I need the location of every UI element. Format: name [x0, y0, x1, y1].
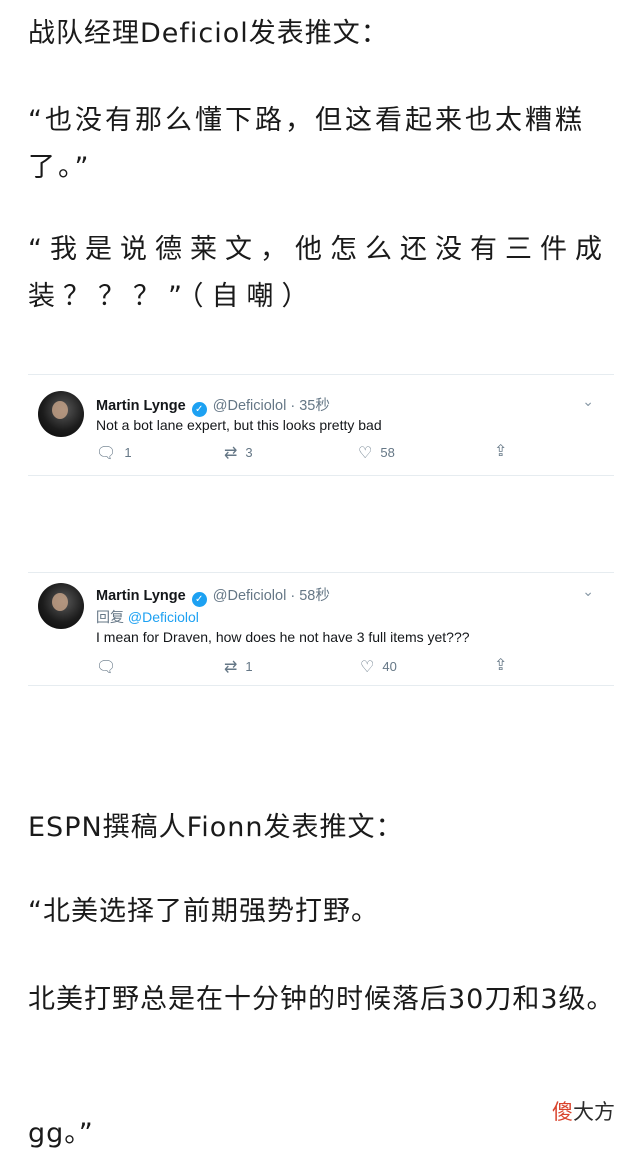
tweet-header: Martin Lynge ✓ @Deficiolol · 58秒 [96, 584, 330, 607]
watermark: 傻大方 [552, 1096, 615, 1126]
watermark-part-2: 大方 [573, 1100, 615, 1124]
retweet-icon: ⇄ [224, 445, 238, 462]
reply-prefix: 回复 [96, 609, 124, 625]
heart-icon: ♡ [360, 659, 375, 676]
reply-context: 回复 @Deficiolol [96, 607, 199, 627]
tweet-time[interactable]: · 58秒 [290, 588, 330, 604]
author-name[interactable]: Martin Lynge [96, 588, 186, 604]
share-icon: ⇪ [494, 443, 508, 460]
chevron-down-icon[interactable]: ⌄ [582, 583, 594, 600]
like-count: 58 [380, 445, 395, 460]
retweet-count: 1 [245, 659, 253, 674]
tweet-card-1[interactable]: Martin Lynge ✓ @Deficiolol · 35秒 ⌄ Not a… [28, 374, 614, 476]
tweet-time[interactable]: · 35秒 [290, 398, 330, 414]
share-button[interactable]: ⇪ [494, 441, 515, 461]
tweet-text: I mean for Draven, how does he not have … [96, 629, 470, 645]
watermark-part-1: 傻 [552, 1100, 573, 1124]
intro-heading: 战队经理Deficiol发表推文： [28, 18, 389, 49]
reply-to-handle[interactable]: @Deficiolol [128, 609, 199, 625]
verified-badge-icon: ✓ [191, 592, 207, 607]
author-name[interactable]: Martin Lynge [96, 398, 186, 414]
tweet-text: Not a bot lane expert, but this looks pr… [96, 417, 382, 433]
quote-3: “北美选择了前期强势打野。 [28, 896, 379, 927]
retweet-button[interactable]: ⇄ 1 [224, 657, 253, 677]
heart-icon: ♡ [358, 445, 373, 462]
reply-button[interactable]: 🗨 1 [96, 443, 132, 463]
verified-badge-icon: ✓ [191, 402, 207, 417]
retweet-count: 3 [245, 445, 253, 460]
avatar[interactable] [38, 391, 84, 437]
author-handle[interactable]: @Deficiolol [213, 588, 287, 604]
reply-icon: 🗨 [96, 445, 117, 462]
reply-button[interactable]: 🗨 [96, 657, 124, 677]
quote-4: 北美打野总是在十分钟的时候落后30刀和3级。 [28, 984, 615, 1015]
quote-1: “也没有那么懂下路，但这看起来也太糟糕了。” [28, 105, 585, 183]
like-count: 40 [382, 659, 397, 674]
share-button[interactable]: ⇪ [494, 655, 515, 675]
tweet-card-2[interactable]: Martin Lynge ✓ @Deficiolol · 58秒 ⌄ 回复 @D… [28, 572, 614, 686]
like-button[interactable]: ♡ 40 [360, 657, 397, 677]
reply-count: 1 [124, 445, 132, 460]
quote-2: “我是说德莱文，他怎么还没有三件成装？？？”（自嘲） [28, 234, 610, 312]
reply-icon: 🗨 [96, 659, 117, 676]
avatar[interactable] [38, 583, 84, 629]
retweet-icon: ⇄ [224, 659, 238, 676]
retweet-button[interactable]: ⇄ 3 [224, 443, 253, 463]
chevron-down-icon[interactable]: ⌄ [582, 393, 594, 410]
author-handle[interactable]: @Deficiolol [213, 398, 287, 414]
espn-heading: ESPN撰稿人Fionn发表推文： [28, 812, 404, 843]
share-icon: ⇪ [494, 657, 508, 674]
tweet-header: Martin Lynge ✓ @Deficiolol · 35秒 [96, 394, 330, 417]
like-button[interactable]: ♡ 58 [358, 443, 395, 463]
